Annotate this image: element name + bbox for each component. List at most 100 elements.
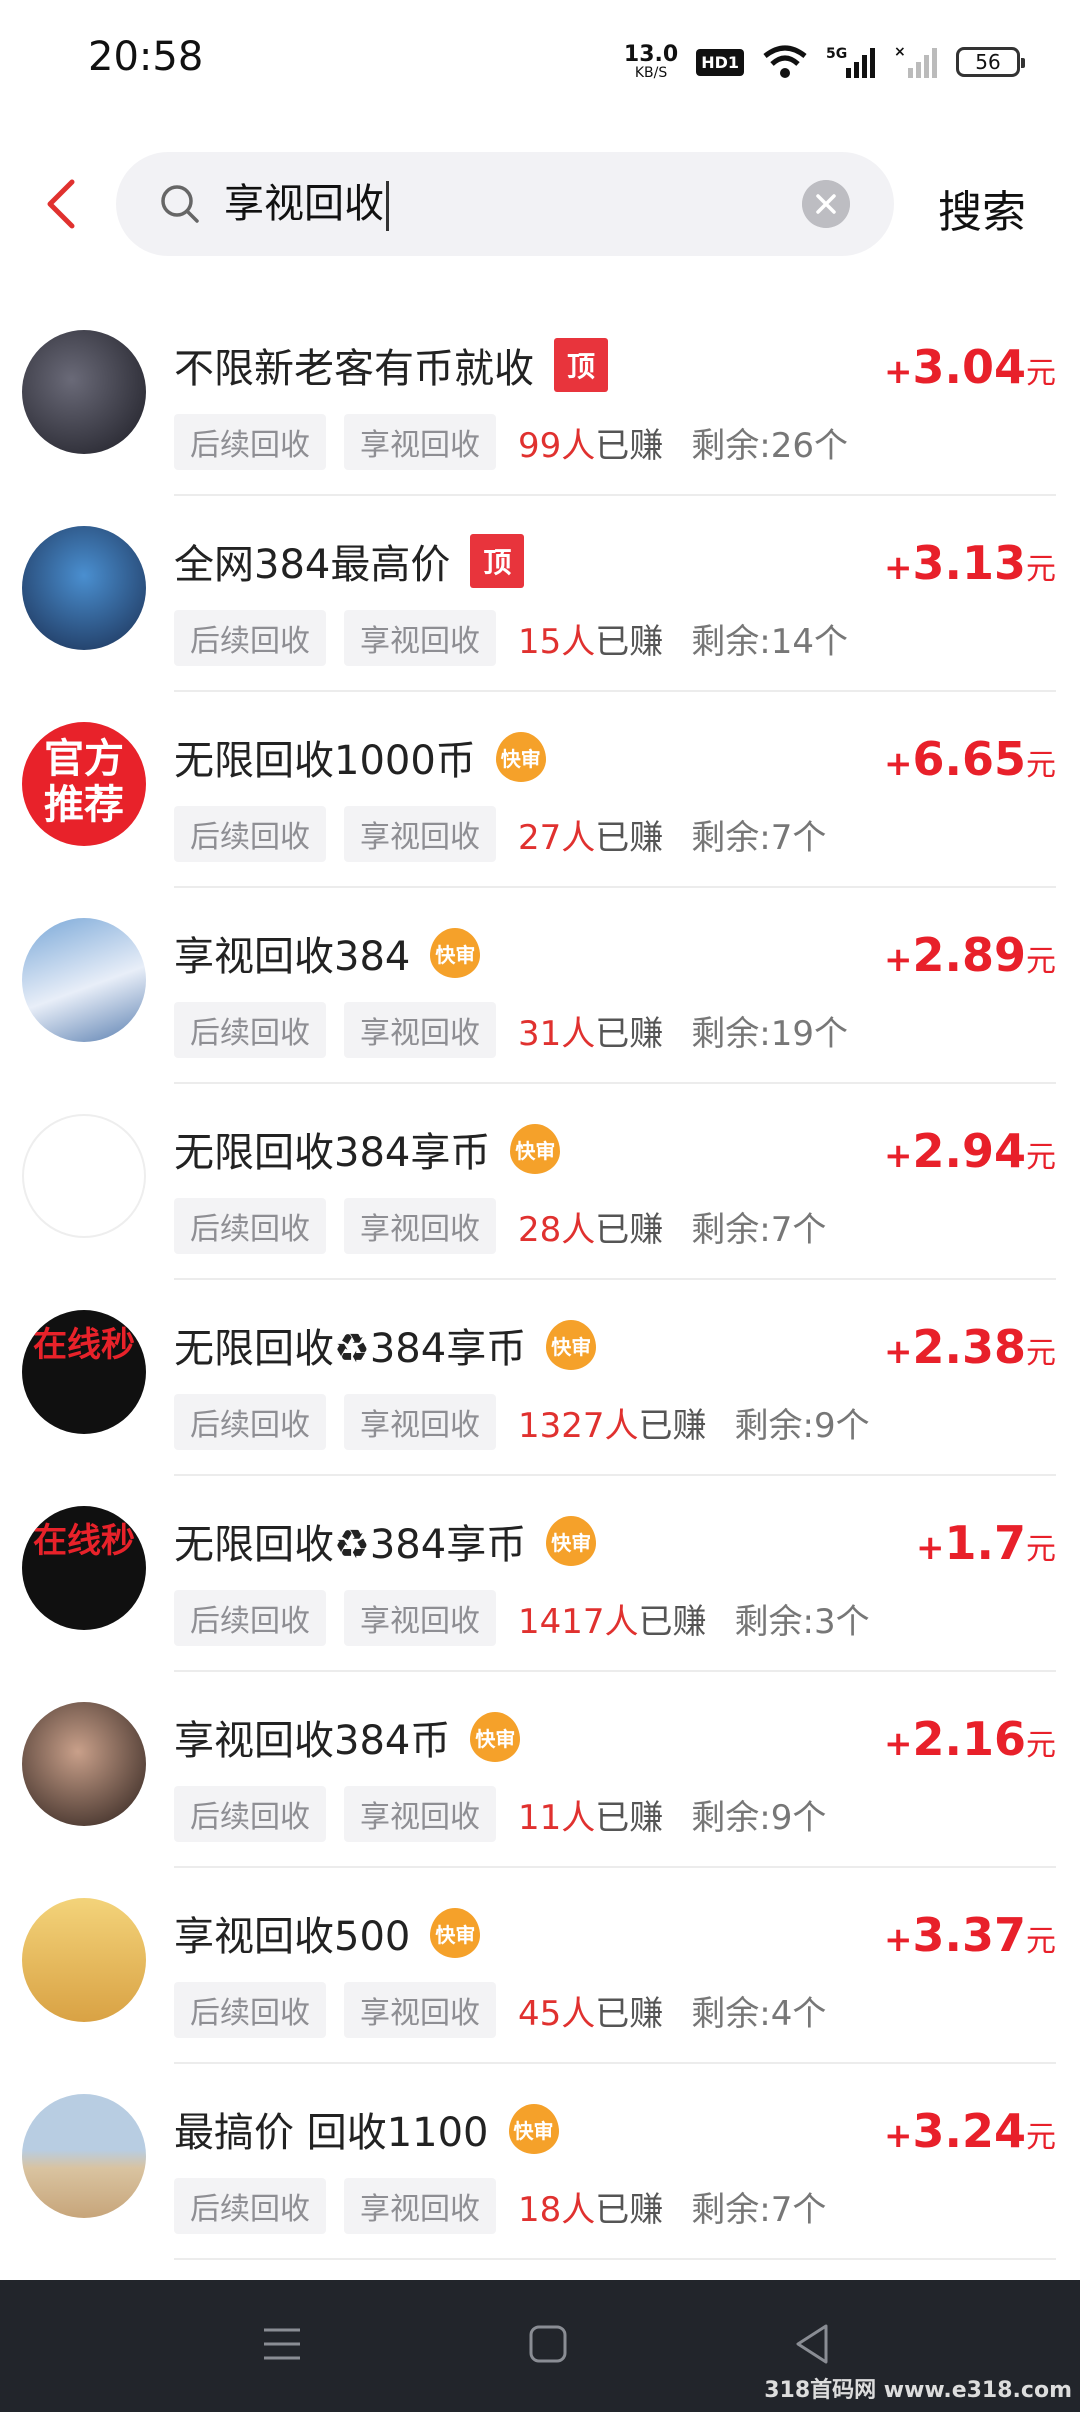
earned-count: 1417人已赚 xyxy=(518,1594,707,1643)
reward-price: +2.38元 xyxy=(884,1320,1056,1374)
menu-icon[interactable] xyxy=(262,2324,302,2364)
reward-price: +2.89元 xyxy=(884,928,1056,982)
fast-review-badge: 快审 xyxy=(510,1124,561,1174)
task-item[interactable]: 无限回收384享币 快审后续回收 享视回收 28人已赚 剩余:7个 +2.94元 xyxy=(0,1084,1080,1280)
clear-icon[interactable] xyxy=(802,180,850,228)
task-meta-row: 后续回收 享视回收 18人已赚 剩余:7个 xyxy=(174,2178,826,2234)
back-arrow-icon[interactable] xyxy=(40,176,80,232)
avatar xyxy=(22,2094,146,2218)
task-title-row: 最搞价 回收1100 快审 xyxy=(174,2100,559,2158)
task-meta-row: 后续回收 享视回收 45人已赚 剩余:4个 xyxy=(174,1982,826,2038)
reward-price: +2.16元 xyxy=(884,1712,1056,1766)
reward-price-amt: 3.13 xyxy=(912,536,1027,590)
earned-count-number: 1417人 xyxy=(518,1601,639,1642)
task-tag: 后续回收 xyxy=(174,1786,326,1842)
remaining-count: 剩余:19个 xyxy=(691,1013,848,1054)
reward-price-amt: 2.89 xyxy=(912,928,1027,982)
task-title-row: 无限回收1000币 快审 xyxy=(174,728,546,786)
task-tag: 享视回收 xyxy=(344,1394,496,1450)
task-item[interactable]: 享视回收500 快审 后续回收 享视回收 45人已赚 剩余:4个 +3.37元 xyxy=(0,1868,1080,2064)
status-time: 20:58 xyxy=(88,34,204,80)
reward-price-amt: 2.94 xyxy=(912,1124,1027,1178)
task-item[interactable]: 在线秒 无限回收♻384享币 快审 后续回收 享视回收 1327人已赚 剩余:9个 +2.38… xyxy=(0,1280,1080,1476)
network-type-label: 5G xyxy=(826,46,847,62)
remaining-count: 剩余:14个 xyxy=(691,621,848,662)
reward-price-unit: 元 xyxy=(1026,552,1056,587)
nav-back-icon[interactable] xyxy=(792,2322,832,2366)
status-bar: 20:58 13.0 KB/S HD1 5G × 56 xyxy=(0,0,1080,120)
earned-count-suffix: 已赚 xyxy=(595,2189,664,2230)
fast-review-badge: 快审 xyxy=(508,2104,559,2154)
task-tag: 享视回收 xyxy=(344,610,496,666)
task-item[interactable]: 在线秒 无限回收♻384享币 快审 后续回收 享视回收 1417人已赚 剩余:3个 +1.7元 xyxy=(0,1476,1080,1672)
search-button[interactable]: 搜索 xyxy=(938,176,1026,240)
remaining-count: 剩余:26个 xyxy=(691,425,848,466)
task-item[interactable]: 不限新老客有币就收顶后续回收 享视回收 99人已赚 剩余:26个 +3.04元 xyxy=(0,300,1080,496)
task-title-row: 不限新老客有币就收顶 xyxy=(174,336,608,394)
task-tag: 享视回收 xyxy=(344,414,496,470)
hd-icon: HD1 xyxy=(696,48,744,76)
fast-review-badge: 快审 xyxy=(470,1712,521,1762)
task-meta-row: 后续回收 享视回收 28人已赚 剩余:7个 xyxy=(174,1198,826,1254)
earned-count-number: 1327人 xyxy=(518,1405,639,1446)
task-title: 无限回收384享币 xyxy=(174,1130,491,1176)
earned-count: 45人已赚 xyxy=(518,1986,663,2035)
reward-price-unit: 元 xyxy=(1026,1336,1056,1371)
earned-count-suffix: 已赚 xyxy=(595,621,664,662)
avatar-label: 官方推荐 xyxy=(44,736,124,828)
remaining-count: 剩余:9个 xyxy=(734,1405,870,1446)
earned-count-suffix: 已赚 xyxy=(638,1601,707,1642)
reward-price-plus: + xyxy=(884,744,913,784)
status-icons: 13.0 KB/S HD1 5G × 56 xyxy=(624,40,1025,84)
task-meta-row: 后续回收 享视回收 1417人已赚 剩余:3个 xyxy=(174,1590,870,1646)
task-tag: 享视回收 xyxy=(344,1198,496,1254)
task-title: 无限回收♻384享币 xyxy=(174,1522,527,1568)
task-meta-row: 后续回收 享视回收 31人已赚 剩余:19个 xyxy=(174,1002,848,1058)
earned-count-suffix: 已赚 xyxy=(595,1209,664,1250)
remaining-count: 剩余:7个 xyxy=(691,817,827,858)
task-tag: 后续回收 xyxy=(174,1590,326,1646)
task-item[interactable]: 享视回收384币 快审 后续回收 享视回收 11人已赚 剩余:9个 +2.16元 xyxy=(0,1672,1080,1868)
text-caret xyxy=(386,181,389,231)
wifi-icon xyxy=(763,45,807,78)
search-icon xyxy=(161,185,199,223)
search-input[interactable]: 享视回收 xyxy=(116,152,894,256)
earned-count-suffix: 已赚 xyxy=(595,1993,664,2034)
fast-review-badge: 快审 xyxy=(495,732,546,782)
reward-price-plus: + xyxy=(884,940,913,980)
reward-price-plus: + xyxy=(884,1724,913,1764)
task-tag: 后续回收 xyxy=(174,414,326,470)
reward-price-unit: 元 xyxy=(1026,1140,1056,1175)
reward-price-unit: 元 xyxy=(1026,748,1056,783)
reward-price-plus: + xyxy=(884,1136,913,1176)
search-query-text[interactable]: 享视回收 xyxy=(224,176,389,232)
task-tag: 后续回收 xyxy=(174,2178,326,2234)
task-item[interactable]: 全网384最高价顶后续回收 享视回收 15人已赚 剩余:14个 +3.13元 xyxy=(0,496,1080,692)
task-item[interactable]: 享视回收384 快审后续回收 享视回收 31人已赚 剩余:19个 +2.89元 xyxy=(0,888,1080,1084)
home-icon[interactable] xyxy=(528,2324,568,2364)
network-speed: 13.0 KB/S xyxy=(624,44,678,81)
earned-count-number: 11人 xyxy=(518,1797,596,1838)
fast-review-badge: 快审 xyxy=(430,928,481,978)
remaining-count: 剩余:7个 xyxy=(691,2189,827,2230)
reward-price-unit: 元 xyxy=(1026,1532,1056,1567)
task-meta-row: 后续回收 享视回收 1327人已赚 剩余:9个 xyxy=(174,1394,870,1450)
task-title-row: 无限回收♻384享币 快审 xyxy=(174,1512,597,1570)
task-item[interactable]: 官方推荐 无限回收1000币 快审 后续回收 享视回收 27人已赚 剩余:7个 +6.65元 xyxy=(0,692,1080,888)
reward-price-amt: 1.7 xyxy=(944,1516,1027,1570)
reward-price-amt: 2.16 xyxy=(912,1712,1027,1766)
reward-price: +6.65元 xyxy=(884,732,1056,786)
avatar xyxy=(22,1702,146,1826)
remaining-count: 剩余:7个 xyxy=(691,1209,827,1250)
task-title-row: 享视回收384币 快审 xyxy=(174,1708,521,1766)
reward-price-amt: 2.38 xyxy=(912,1320,1027,1374)
reward-price-unit: 元 xyxy=(1026,1728,1056,1763)
task-title-row: 享视回收384 快审 xyxy=(174,924,481,982)
task-tag: 享视回收 xyxy=(344,2178,496,2234)
divider xyxy=(174,2258,1056,2260)
pinned-badge: 顶 xyxy=(470,534,525,588)
task-title: 享视回收384币 xyxy=(174,1718,451,1764)
avatar: 在线秒 xyxy=(22,1310,146,1434)
earned-count-number: 15人 xyxy=(518,621,596,662)
task-item[interactable]: 最搞价 回收1100 快审 后续回收 享视回收 18人已赚 剩余:7个 +3.24元 xyxy=(0,2064,1080,2260)
